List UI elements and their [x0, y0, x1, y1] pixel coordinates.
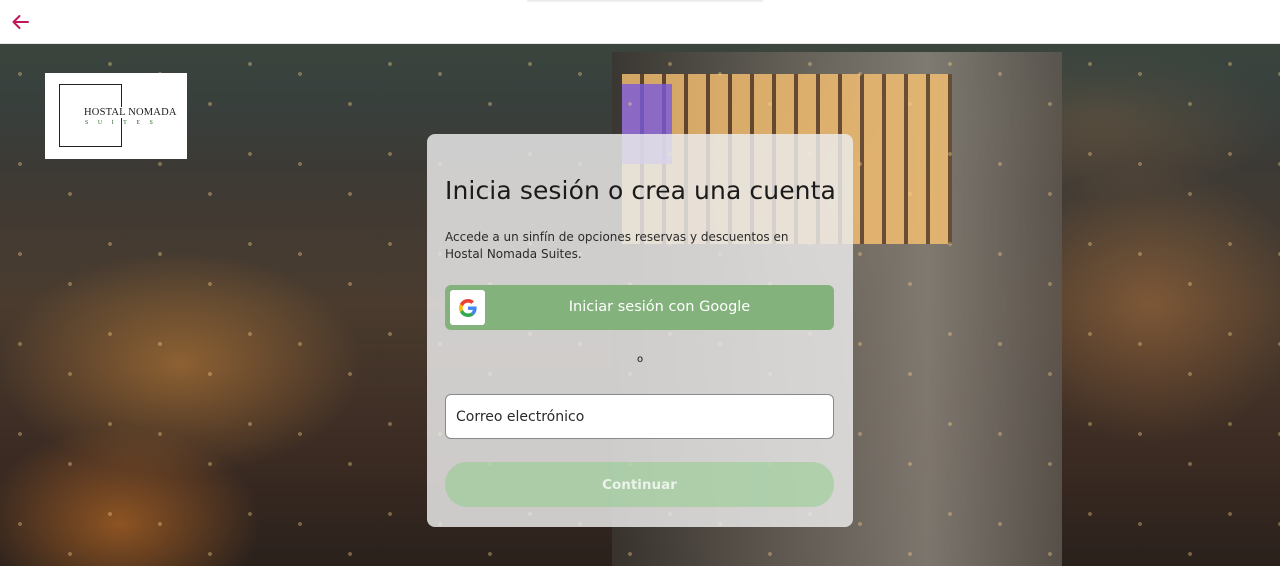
top-bar-tab-shadow	[527, 0, 763, 3]
google-signin-label: Iniciar sesión con Google	[568, 299, 751, 315]
google-signin-button[interactable]: Iniciar sesión con Google	[445, 285, 834, 330]
google-icon-container	[450, 290, 485, 325]
back-button[interactable]	[8, 10, 32, 34]
login-card: Inicia sesión o crea una cuenta Accede a…	[427, 134, 853, 527]
top-bar	[0, 0, 1280, 44]
continue-button[interactable]: Continuar	[445, 462, 834, 507]
or-separator: o	[636, 354, 644, 365]
email-field[interactable]	[445, 394, 834, 439]
logo-subtitle: SUITES	[85, 120, 163, 126]
google-g-icon	[458, 298, 477, 317]
arrow-left-icon	[12, 15, 29, 29]
logo-title: HOSTAL NOMADA	[83, 107, 178, 118]
login-description: Accede a un sinfín de opciones reservas …	[445, 230, 789, 261]
login-title: Inicia sesión o crea una cuenta	[445, 176, 836, 205]
hostal-logo[interactable]: HOSTAL NOMADA SUITES	[45, 73, 187, 159]
